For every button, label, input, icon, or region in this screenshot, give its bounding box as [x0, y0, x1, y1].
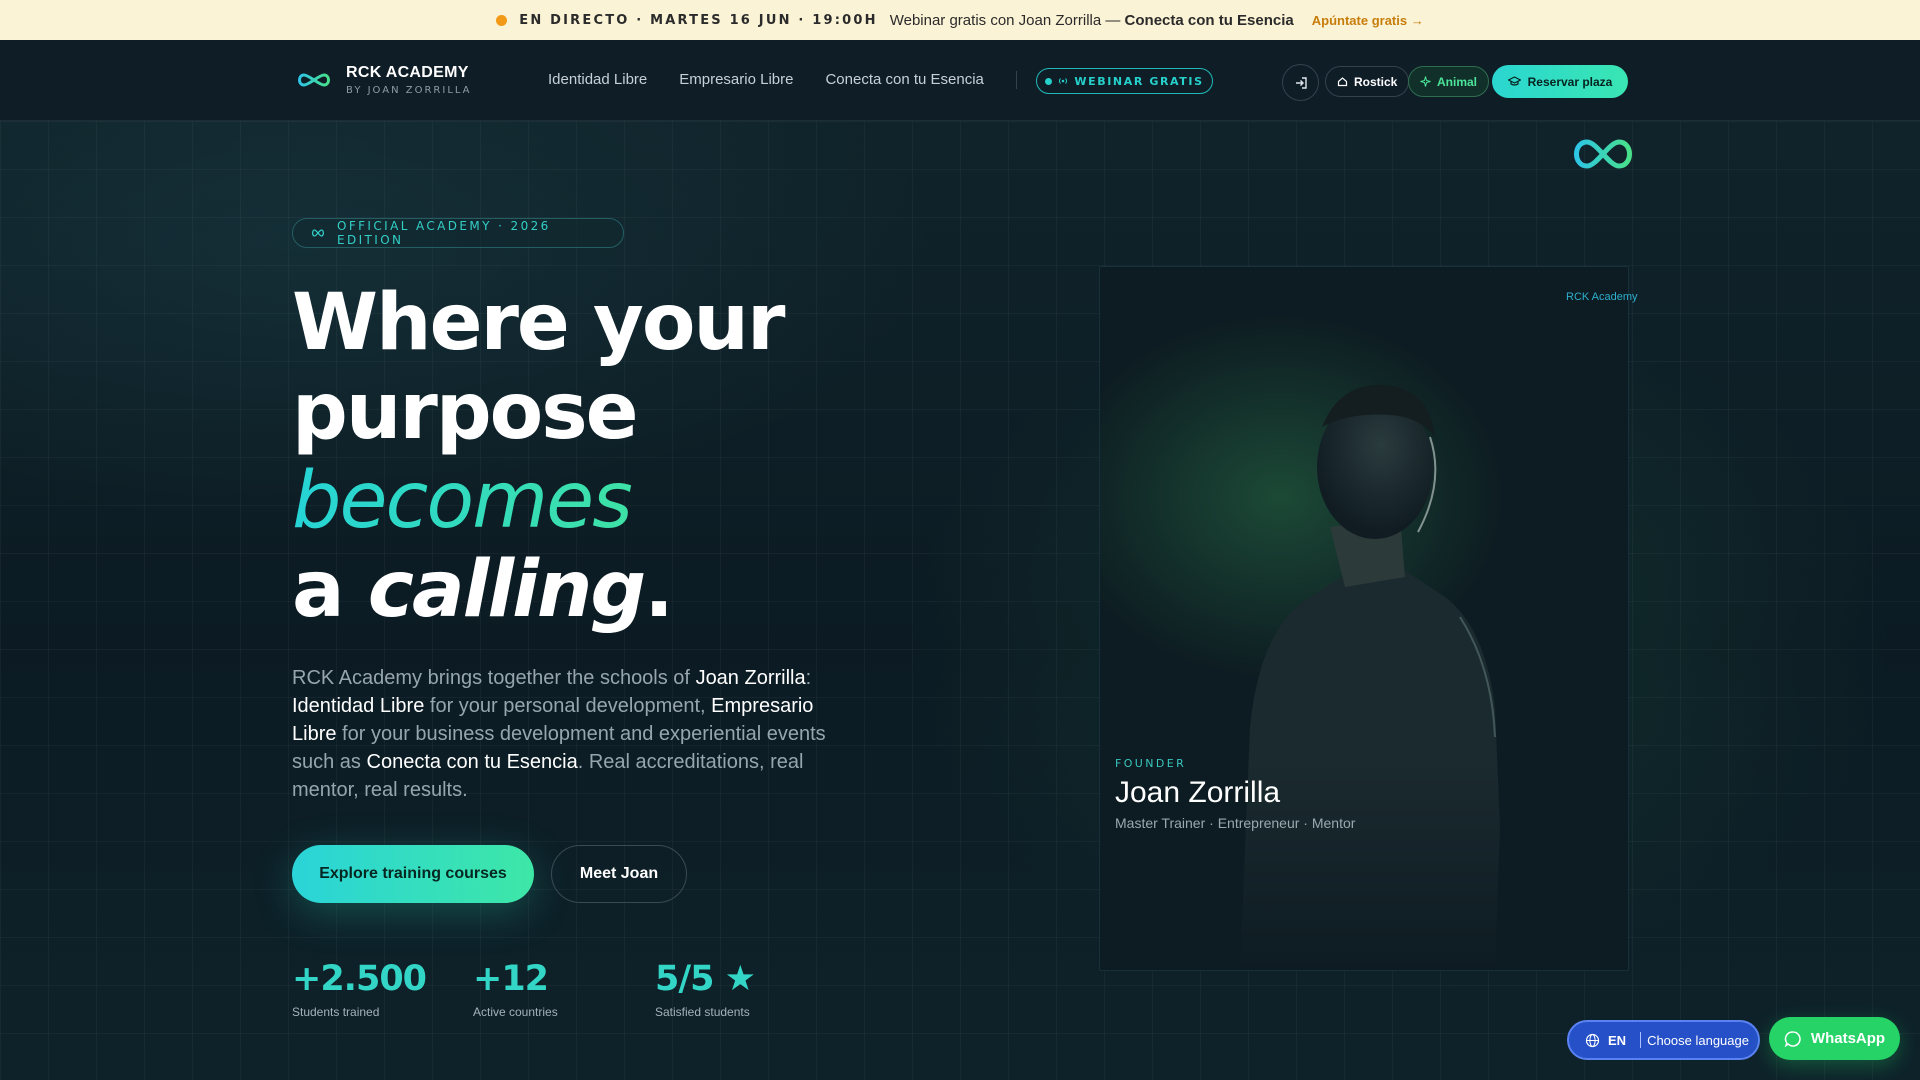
founder-role: Master Trainer · Entrepreneur · Mentor — [1115, 815, 1356, 831]
lead-conecta-esencia: Conecta con tu Esencia — [366, 751, 578, 773]
rostick-chip[interactable]: Rostick — [1325, 66, 1410, 97]
founder-portrait-image — [1100, 267, 1628, 970]
rck-academy-logo-icon — [1574, 139, 1632, 169]
lead-name-joan: Joan Zorrilla — [695, 667, 806, 689]
webinar-pill-button[interactable]: WEBINAR GRATIS — [1036, 68, 1213, 94]
announcement-text: Webinar gratis con Joan Zorrilla — — [889, 11, 1121, 29]
main-nav: Identidad Libre Empresario Libre Conecta… — [548, 71, 1017, 89]
login-button[interactable] — [1282, 64, 1319, 101]
nav-divider — [1015, 71, 1017, 89]
stat-value: +12 — [473, 959, 549, 999]
live-dot-icon — [1045, 77, 1053, 85]
graduation-cap-icon — [1507, 76, 1521, 86]
announcement-event: Conecta con tu Esencia — [1124, 11, 1294, 29]
infinity-logo-icon — [298, 73, 330, 87]
live-label: EN DIRECTO · MARTES 16 JUN · 19:00H — [519, 12, 878, 28]
language-code: EN — [1608, 1032, 1627, 1048]
headline-line-4b: calling — [367, 545, 646, 635]
language-selector-button[interactable]: EN Choose language — [1567, 1020, 1760, 1060]
hero-lead-paragraph: RCK Academy brings together the schools … — [292, 664, 862, 804]
brand-logo[interactable]: RCK ACADEMY BY JOAN ZORRILLA — [294, 64, 472, 96]
lead-text: : — [805, 667, 812, 689]
reserve-seat-button[interactable]: Reservar plaza — [1492, 65, 1628, 98]
stat-value: +2.500 — [292, 959, 427, 999]
nav-conecta-esencia[interactable]: Conecta con tu Esencia — [825, 71, 983, 89]
announcement-cta-link[interactable]: Apúntate gratis → — [1312, 13, 1424, 28]
headline-line-1: Where your — [292, 278, 785, 368]
headline-line-4c: . — [644, 545, 674, 635]
explore-courses-button[interactable]: Explore training courses — [292, 845, 534, 903]
headline-line-4a: a — [292, 545, 345, 635]
site-header: RCK ACADEMY BY JOAN ZORRILLA Identidad L… — [0, 40, 1920, 121]
home-icon — [1337, 77, 1348, 87]
background-grid — [0, 121, 1920, 1080]
founder-label: FOUNDER — [1115, 757, 1187, 770]
globe-icon — [1585, 1033, 1600, 1047]
whatsapp-label: WhatsApp — [1810, 1030, 1886, 1047]
live-dot-icon — [496, 14, 508, 26]
webinar-pill-label: WEBINAR GRATIS — [1074, 74, 1204, 88]
founder-card — [1099, 266, 1629, 971]
sparkle-icon — [1420, 76, 1431, 87]
stat-satisfaction: 5/5 ★ Satisfied students — [655, 959, 756, 1019]
stat-label: Students trained — [292, 1005, 380, 1019]
stat-countries: +12 Active countries — [473, 959, 558, 1019]
nav-identidad-libre[interactable]: Identidad Libre — [548, 71, 647, 89]
brand-subtitle: BY JOAN ZORRILLA — [346, 85, 472, 96]
language-label: Choose language — [1647, 1032, 1749, 1048]
edition-badge-label: OFFICIAL ACADEMY · 2026 EDITION — [336, 219, 551, 247]
nav-empresario-libre[interactable]: Empresario Libre — [679, 71, 793, 89]
lead-text: for your personal development, — [429, 695, 706, 717]
animal-chip[interactable]: Animal — [1408, 66, 1490, 97]
headline-line-2: purpose — [292, 367, 639, 457]
animal-label: Animal — [1437, 74, 1478, 89]
announcement-bar: EN DIRECTO · MARTES 16 JUN · 19:00H Webi… — [0, 0, 1920, 40]
reserve-seat-label: Reservar plaza — [1527, 74, 1613, 89]
brand-title: RCK ACADEMY — [346, 64, 469, 81]
rostick-label: Rostick — [1354, 74, 1398, 89]
announcement-message: Webinar gratis con Joan Zorrilla — Conec… — [890, 12, 1294, 29]
founder-name: Joan Zorrilla — [1115, 776, 1281, 809]
card-logo-text: RCK Academy — [1566, 291, 1638, 303]
stat-value: 5/5 ★ — [655, 959, 756, 999]
language-divider — [1640, 1032, 1642, 1048]
headline-highlight: becomes — [292, 456, 633, 546]
stat-label: Satisfied students — [655, 1005, 750, 1019]
stat-students: +2.500 Students trained — [292, 959, 427, 1019]
meet-joan-button[interactable]: Meet Joan — [551, 845, 687, 903]
lead-text: RCK Academy brings together the schools … — [292, 667, 690, 689]
whatsapp-icon — [1784, 1030, 1801, 1047]
infinity-icon — [311, 229, 325, 237]
hero-headline: Where your purpose becomes a calling. — [292, 279, 912, 635]
stat-label: Active countries — [473, 1005, 558, 1019]
lead-identidad-libre: Identidad Libre — [292, 695, 425, 717]
hero-section: OFFICIAL ACADEMY · 2026 EDITION Where yo… — [0, 121, 1920, 1080]
whatsapp-button[interactable]: WhatsApp — [1769, 1017, 1900, 1060]
login-icon — [1295, 76, 1307, 89]
broadcast-icon — [1059, 78, 1068, 84]
edition-badge: OFFICIAL ACADEMY · 2026 EDITION — [292, 218, 624, 248]
